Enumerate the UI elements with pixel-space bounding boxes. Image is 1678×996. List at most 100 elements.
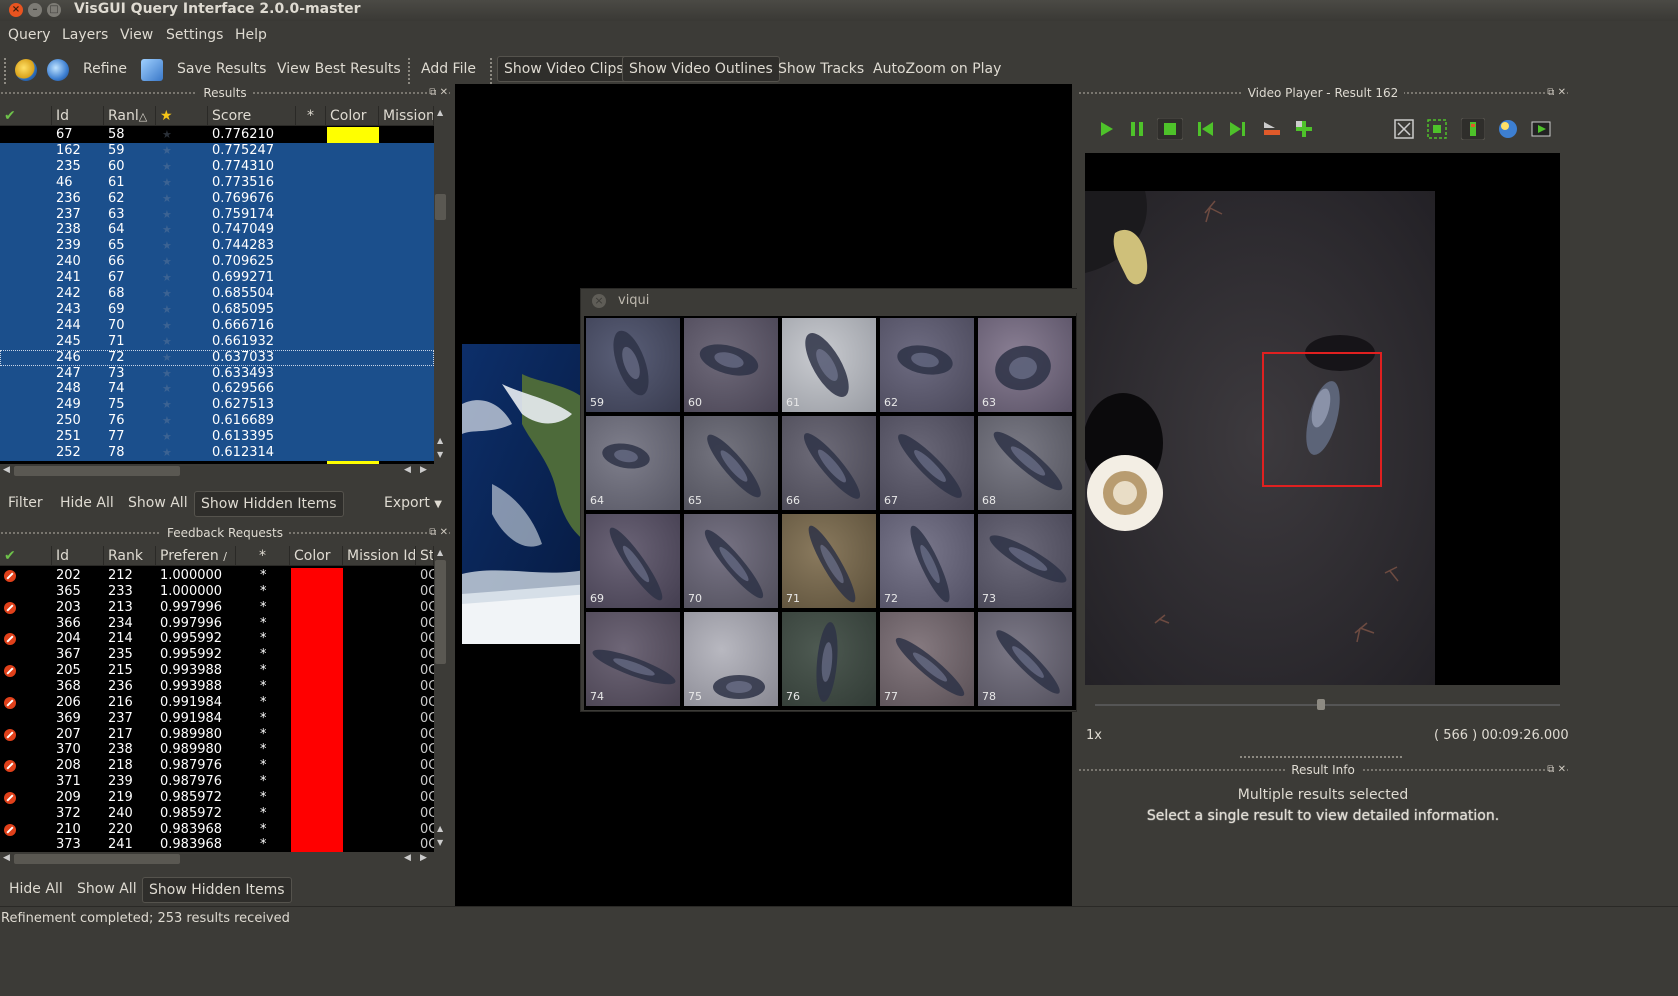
table-row[interactable]: 373 241 0.983968 * 0C: [0, 837, 434, 852]
table-row[interactable]: 210 220 0.983968 * 0C: [0, 821, 434, 838]
star-icon[interactable]: ★: [162, 318, 172, 334]
menu-help[interactable]: Help: [235, 27, 267, 43]
star-icon[interactable]: ★: [162, 445, 172, 461]
thumbnail[interactable]: 60: [684, 318, 778, 412]
scroll-left-icon[interactable]: ◀: [404, 465, 411, 475]
table-row[interactable]: 367 235 0.995992 * 0C: [0, 647, 434, 664]
table-row[interactable]: 372 240 0.985972 * 0C: [0, 805, 434, 822]
table-row[interactable]: 252 78 ★ 0.612314: [0, 445, 434, 461]
col-check[interactable]: ✔: [0, 106, 52, 126]
col-id[interactable]: Id: [52, 546, 104, 566]
menu-view[interactable]: View: [120, 27, 153, 43]
close-icon[interactable]: ×: [592, 294, 606, 308]
video-player-dock-title[interactable]: Video Player - Result 162 ⧉ ✕: [1078, 85, 1568, 101]
no-entry-icon[interactable]: [4, 760, 16, 773]
globe-icon[interactable]: [1497, 118, 1519, 140]
col-id[interactable]: Id: [52, 106, 104, 126]
col-mission[interactable]: Mission: [379, 106, 434, 126]
maximize-window-button[interactable]: □: [47, 3, 61, 17]
thumbnail[interactable]: 68: [978, 416, 1072, 510]
thumbnail[interactable]: 65: [684, 416, 778, 510]
show-video-outlines-toggle[interactable]: Show Video Outlines: [622, 56, 780, 82]
viqui-thumbnail-window[interactable]: × viqui 59 60 61 62 63 64 65 66 67 68 69…: [580, 288, 1078, 712]
col-color[interactable]: Color: [326, 106, 379, 126]
col-check[interactable]: ✔: [0, 546, 52, 566]
results-show-all-button[interactable]: Show All: [122, 490, 194, 516]
feedback-table[interactable]: ✔ Id Rank Preferen ∕ * Color Mission Id …: [0, 546, 434, 852]
thumbnail[interactable]: 78: [978, 612, 1072, 706]
results-hide-all-button[interactable]: Hide All: [54, 490, 120, 516]
table-row[interactable]: 240 66 ★ 0.709625: [0, 254, 434, 271]
menu-query[interactable]: Query: [8, 27, 51, 43]
table-row[interactable]: 205 215 0.993988 * 0C: [0, 663, 434, 680]
no-entry-icon[interactable]: [4, 696, 16, 709]
col-color[interactable]: Color: [290, 546, 343, 566]
table-row[interactable]: 206 216 0.991984 * 0C: [0, 694, 434, 711]
table-row[interactable]: 237 63 ★ 0.759174: [0, 206, 434, 223]
star-icon[interactable]: ★: [162, 143, 172, 159]
star-icon[interactable]: ★: [162, 207, 172, 223]
col-preference[interactable]: Preferen ∕: [156, 546, 236, 566]
thumbnail[interactable]: 73: [978, 514, 1072, 608]
thumbnail[interactable]: 75: [684, 612, 778, 706]
table-row[interactable]: 371 239 0.987976 * 0C: [0, 774, 434, 791]
star-icon[interactable]: ★: [162, 381, 172, 397]
star-icon[interactable]: ★: [162, 238, 172, 254]
autozoom-toggle[interactable]: AutoZoom on Play: [867, 56, 1007, 82]
table-row[interactable]: 244 70 ★ 0.666716: [0, 317, 434, 334]
no-entry-icon[interactable]: [4, 823, 16, 836]
no-entry-icon[interactable]: [4, 570, 16, 582]
add-file-button[interactable]: Add File: [415, 56, 482, 82]
table-row[interactable]: 67 58 ★ 0.776210: [0, 127, 434, 143]
table-row[interactable]: 369 237 0.991984 * 0C: [0, 710, 434, 727]
table-row[interactable]: 236 62 ★ 0.769676: [0, 190, 434, 207]
scroll-left-icon[interactable]: ◀: [404, 853, 411, 863]
video-timeline[interactable]: [1095, 699, 1560, 710]
save-results-button[interactable]: Save Results: [171, 56, 272, 82]
star-icon[interactable]: ★: [162, 413, 172, 429]
thumbnail[interactable]: 61: [782, 318, 876, 412]
thumbnail[interactable]: 72: [880, 514, 974, 608]
table-row[interactable]: 249 75 ★ 0.627513: [0, 397, 434, 414]
table-row[interactable]: 365 233 1.000000 * 0C: [0, 583, 434, 600]
show-video-clips-toggle[interactable]: Show Video Clips: [497, 56, 631, 82]
no-entry-icon[interactable]: [4, 791, 16, 804]
col-asterisk[interactable]: *: [236, 546, 290, 566]
table-row[interactable]: 241 67 ★ 0.699271: [0, 270, 434, 287]
refine-button[interactable]: Refine: [77, 56, 133, 82]
toolbar-grip[interactable]: [490, 58, 494, 84]
video-viewport[interactable]: [1085, 153, 1560, 685]
scroll-left-icon[interactable]: ◀: [3, 853, 10, 863]
feedback-dock-title[interactable]: Feedback Requests ⧉ ✕: [0, 525, 450, 541]
col-rank[interactable]: Rank: [104, 546, 156, 566]
col-rank[interactable]: Ranl△: [104, 106, 156, 126]
results-horizontal-scrollbar[interactable]: ◀ ◀ ▶: [0, 464, 434, 478]
zoom-extents-icon[interactable]: [1426, 118, 1448, 140]
table-row[interactable]: 245 71 ★ 0.661932: [0, 333, 434, 350]
col-asterisk[interactable]: *: [296, 106, 326, 126]
star-icon[interactable]: ★: [162, 429, 172, 445]
new-query-icon[interactable]: [15, 59, 37, 81]
viqui-title-bar[interactable]: × viqui: [581, 289, 1078, 313]
table-row[interactable]: 203 213 0.997996 * 0C: [0, 599, 434, 616]
star-icon[interactable]: ★: [162, 366, 172, 382]
scroll-thumb[interactable]: [14, 854, 180, 864]
zoom-fit-icon[interactable]: [1393, 118, 1415, 140]
minimize-window-button[interactable]: –: [28, 3, 42, 17]
star-icon[interactable]: ★: [162, 270, 172, 286]
table-row[interactable]: 251 77 ★ 0.613395: [0, 429, 434, 446]
dock-float-close-icon[interactable]: ⧉ ✕: [1547, 85, 1566, 101]
scroll-right-icon[interactable]: ▶: [420, 465, 427, 475]
star-icon[interactable]: ★: [162, 350, 172, 366]
star-icon[interactable]: ★: [162, 127, 172, 143]
feedback-show-all-button[interactable]: Show All: [71, 876, 143, 902]
table-row[interactable]: 238 64 ★ 0.747049: [0, 222, 434, 239]
results-dock-title[interactable]: Results ⧉ ✕: [0, 85, 450, 101]
star-icon[interactable]: ★: [162, 191, 172, 207]
scroll-down-icon[interactable]: ▼: [437, 838, 443, 847]
col-mission-id[interactable]: Mission Id: [343, 546, 416, 566]
results-vertical-scrollbar[interactable]: ▲ ▲ ▼: [434, 106, 448, 464]
table-row[interactable]: 204 214 0.995992 * 0C: [0, 631, 434, 648]
scroll-up-icon[interactable]: ▲: [437, 108, 443, 117]
col-score[interactable]: Score: [208, 106, 296, 126]
